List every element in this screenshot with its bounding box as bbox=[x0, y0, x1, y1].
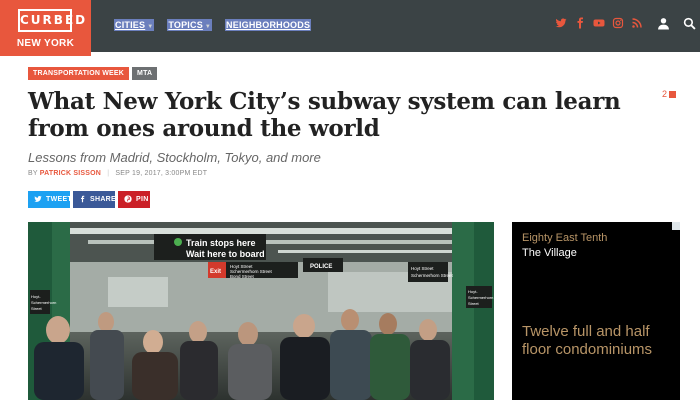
adchoices-icon[interactable] bbox=[672, 222, 680, 230]
social-links bbox=[554, 17, 644, 31]
right-pillar-sign-line2: Schermerhorn bbox=[468, 295, 493, 300]
tag-transportation-week[interactable]: TRANSPORTATION WEEK bbox=[28, 67, 130, 80]
curbed-logo[interactable]: CURBED NEW YORK bbox=[0, 0, 91, 56]
comment-count-link[interactable]: 2 bbox=[662, 89, 677, 99]
comment-icon bbox=[669, 90, 677, 98]
publish-date: SEP 19, 2017, 3:00PM EDT bbox=[115, 170, 208, 177]
exit-sign-label: Exit bbox=[210, 269, 221, 275]
article-tags: TRANSPORTATION WEEK MTA bbox=[28, 67, 158, 80]
twitter-icon bbox=[34, 195, 42, 205]
chevron-down-icon: ▼ bbox=[204, 24, 212, 30]
facebook-icon bbox=[79, 195, 86, 205]
nav-topics-label: TOPICS bbox=[168, 20, 203, 30]
right-pillar-sign-line3: Street bbox=[468, 301, 480, 306]
tweet-label: TWEET bbox=[46, 196, 72, 203]
tweet-button[interactable]: TWEET bbox=[28, 191, 72, 208]
right-sign-schermerhorn: Schermerhorn Street bbox=[411, 273, 454, 278]
facebook-share-button[interactable]: SHARE bbox=[73, 191, 117, 208]
twitter-icon[interactable] bbox=[554, 17, 568, 31]
ad-tagline: Twelve full and half floor condominiums bbox=[522, 323, 653, 358]
left-pillar-sign-line2: Schermerhorn bbox=[31, 300, 56, 305]
subway-platform-illustration: Train stops here Wait here to board Exit… bbox=[28, 222, 494, 400]
right-pillar-sign-line1: Hoyt- bbox=[468, 289, 478, 294]
logo-city: NEW YORK bbox=[16, 38, 75, 49]
pinterest-button[interactable]: PIN bbox=[118, 191, 150, 208]
ad-location: The Village bbox=[522, 247, 577, 259]
tag-mta[interactable]: MTA bbox=[132, 67, 158, 80]
exit-sign-bond: Bond Street bbox=[230, 274, 255, 279]
comment-count: 2 bbox=[662, 89, 668, 99]
share-bar: TWEET SHARE PIN bbox=[28, 191, 150, 208]
nav-cities[interactable]: CITIES ▼ bbox=[114, 19, 155, 31]
chevron-down-icon: ▼ bbox=[147, 24, 154, 30]
nav-neighborhoods[interactable]: NEIGHBORHOODS bbox=[225, 19, 312, 31]
facebook-icon[interactable] bbox=[573, 17, 587, 31]
youtube-icon[interactable] bbox=[592, 17, 606, 31]
byline: BY PATRICK SISSON | SEP 19, 2017, 3:00PM… bbox=[28, 170, 207, 177]
share-label: SHARE bbox=[90, 196, 117, 203]
pin-label: PIN bbox=[136, 196, 149, 203]
left-pillar-sign-line1: Hoyt- bbox=[31, 294, 41, 299]
article-title: What New York City’s subway system can l… bbox=[28, 88, 621, 142]
logo-wordmark: CURBED bbox=[18, 9, 85, 32]
search-icon[interactable] bbox=[683, 17, 697, 31]
instagram-icon[interactable] bbox=[611, 17, 625, 31]
left-pillar-sign-line3: Street bbox=[31, 306, 43, 311]
nav-neighborhoods-label: NEIGHBORHOODS bbox=[226, 20, 311, 30]
nav-topics[interactable]: TOPICS ▼ bbox=[167, 19, 213, 31]
platform-sign-line1: Train stops here bbox=[186, 238, 256, 248]
platform-sign-line2: Wait here to board bbox=[186, 249, 265, 259]
advertisement[interactable]: Eighty East Tenth The Village Twelve ful… bbox=[512, 222, 680, 400]
main-nav: CITIES ▼ TOPICS ▼ NEIGHBORHOODS bbox=[114, 19, 312, 31]
nav-cities-label: CITIES bbox=[115, 20, 146, 30]
ad-headline: Eighty East Tenth bbox=[522, 232, 608, 244]
byline-divider: | bbox=[107, 170, 110, 177]
police-sign: POLICE bbox=[310, 264, 332, 270]
user-icon[interactable] bbox=[657, 17, 671, 31]
right-sign-hoyt: Hoyt Street bbox=[411, 266, 434, 271]
rss-icon[interactable] bbox=[630, 17, 644, 31]
article-subtitle: Lessons from Madrid, Stockholm, Tokyo, a… bbox=[28, 150, 321, 165]
byline-prefix: BY bbox=[28, 170, 38, 177]
author-link[interactable]: PATRICK SISSON bbox=[40, 170, 101, 177]
hero-photo: Train stops here Wait here to board Exit… bbox=[28, 222, 494, 400]
pinterest-icon bbox=[124, 194, 132, 205]
